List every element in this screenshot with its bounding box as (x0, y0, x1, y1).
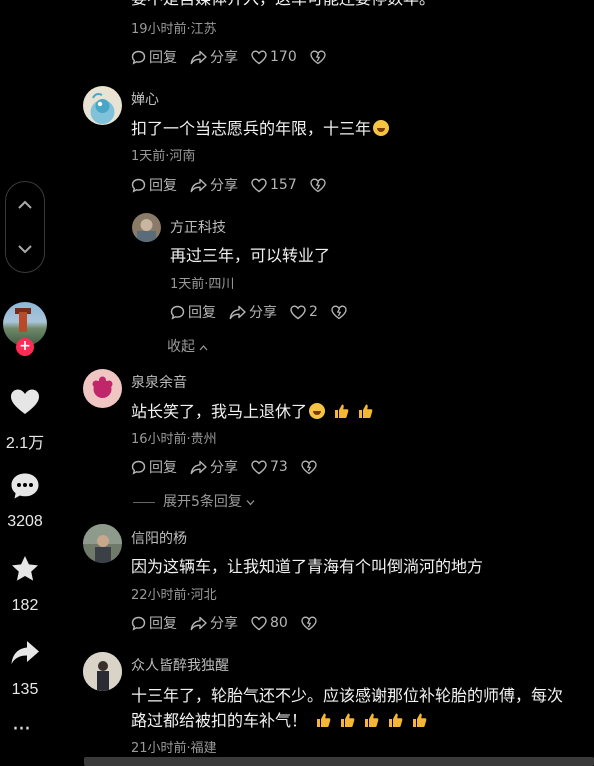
share-button[interactable]: 分享 (229, 302, 277, 322)
reply-meta: 1天前·四川 (170, 277, 235, 292)
comment-actions: 回复 分享 170 (131, 46, 342, 68)
reply-icon (131, 50, 146, 65)
thumbs-up-icon (341, 713, 355, 727)
thumbs-up-icon (413, 713, 427, 727)
share-button[interactable]: 分享 (190, 457, 238, 477)
dislike-icon (310, 50, 326, 64)
collapse-replies-button[interactable]: 收起 (167, 336, 208, 356)
reply-button[interactable]: 回复 (131, 457, 177, 477)
share-count: 135 (11, 681, 39, 698)
dislike-button[interactable] (310, 178, 329, 193)
comment-actions: 回复 分享 80 (131, 612, 333, 634)
laughing-emoji-icon (373, 120, 390, 136)
comment-meta: 21小时前·福建 (131, 741, 217, 756)
thumbs-up-icon (365, 713, 379, 727)
dislike-icon (331, 305, 347, 319)
heart-outline-icon (251, 177, 267, 192)
share-button[interactable]: 分享 (190, 47, 238, 67)
divider (133, 501, 155, 503)
comment-meta: 19小时前·江苏 (131, 22, 217, 37)
share-icon (229, 305, 246, 319)
comment-actions: 回复 分享 157 (131, 174, 342, 196)
reply-author[interactable]: 方正科技 (170, 217, 226, 237)
commenter-avatar[interactable] (83, 86, 122, 125)
comment-text: 因为这辆车，让我知道了青海有个叫倒淌河的地方 (131, 557, 484, 576)
dislike-icon (301, 616, 317, 630)
reply-icon (131, 178, 146, 193)
share-icon (190, 460, 207, 474)
reply-icon (170, 305, 185, 320)
heart-outline-icon (251, 459, 267, 474)
commenter-avatar[interactable] (83, 652, 122, 691)
comment-author[interactable]: 泉泉余音 (131, 372, 187, 392)
reply-avatar[interactable] (132, 213, 161, 242)
comment-author[interactable]: 众人皆醉我独醒 (131, 655, 229, 675)
video-nav-pill (5, 181, 45, 273)
chevron-down-icon[interactable] (17, 241, 33, 257)
more-icon[interactable]: ··· (12, 719, 31, 741)
comment-text: 十三年了，轮胎气还不少。应该感谢那位补轮胎的师傅，每次 (131, 686, 564, 705)
share-button[interactable]: 分享 (190, 613, 238, 633)
dislike-button[interactable] (310, 50, 329, 65)
reply-actions: 回复 分享 2 (170, 301, 363, 323)
comment-author[interactable]: 信阳的杨 (131, 528, 187, 548)
like-button[interactable]: 2 (290, 304, 318, 320)
comment-text: 要不是自媒体介入，这车可能还要停数年。 (131, 0, 435, 12)
like-button[interactable]: 73 (251, 459, 288, 475)
thumbs-up-icon (389, 713, 403, 727)
comment-meta: 1天前·河南 (131, 149, 196, 164)
heart-outline-icon (251, 49, 267, 64)
dislike-icon (301, 460, 317, 474)
heart-outline-icon (290, 304, 306, 319)
like-button[interactable]: 80 (251, 615, 288, 631)
comment-count: 3208 (7, 513, 43, 530)
commenter-avatar[interactable] (83, 524, 122, 563)
dislike-button[interactable] (301, 460, 320, 475)
reply-button[interactable]: 回复 (131, 47, 177, 67)
heart-icon[interactable] (10, 388, 40, 416)
comment-meta: 16小时前·贵州 (131, 432, 217, 447)
comment-text: 站长笑了，我马上退休了 (131, 399, 373, 425)
reply-button[interactable]: 回复 (170, 302, 216, 322)
thumbs-up-icon (359, 404, 373, 418)
share-icon[interactable] (10, 639, 40, 667)
chevron-down-icon (246, 500, 255, 506)
comment-author[interactable]: 婵心 (131, 89, 159, 109)
laughing-emoji-icon (309, 403, 326, 419)
favorite-count: 182 (11, 597, 39, 614)
star-icon[interactable] (10, 555, 40, 583)
reply-icon (131, 460, 146, 475)
comment-text: 扣了一个当志愿兵的年限，十三年 (131, 116, 390, 142)
dislike-button[interactable] (301, 616, 320, 631)
chevron-up-icon (200, 345, 208, 351)
share-icon (190, 178, 207, 192)
thumbs-up-icon (335, 404, 349, 418)
comment-actions: 回复 分享 73 (131, 456, 333, 478)
comment-icon[interactable] (10, 472, 40, 500)
like-button[interactable]: 157 (251, 177, 297, 193)
share-button[interactable]: 分享 (190, 175, 238, 195)
reply-text: 再过三年，可以转业了 (170, 246, 331, 265)
heart-outline-icon (251, 615, 267, 630)
share-icon (190, 616, 207, 630)
dislike-button[interactable] (331, 305, 350, 320)
dislike-icon (310, 178, 326, 192)
reply-button[interactable]: 回复 (131, 175, 177, 195)
expand-replies-button[interactable]: 展开5条回复 (133, 491, 255, 511)
follow-button[interactable]: + (16, 338, 34, 356)
comment-meta: 22小时前·河北 (131, 588, 217, 603)
comment-text-continued: 路过都给被扣的车补气！ (131, 708, 427, 734)
like-count: 2.1万 (5, 435, 45, 452)
horizontal-scrollbar[interactable] (84, 757, 594, 766)
chevron-up-icon[interactable] (17, 197, 33, 213)
thumbs-up-icon (317, 713, 331, 727)
reply-button[interactable]: 回复 (131, 613, 177, 633)
like-button[interactable]: 170 (251, 49, 297, 65)
commenter-avatar[interactable] (83, 369, 122, 408)
share-icon (190, 50, 207, 64)
reply-icon (131, 616, 146, 631)
